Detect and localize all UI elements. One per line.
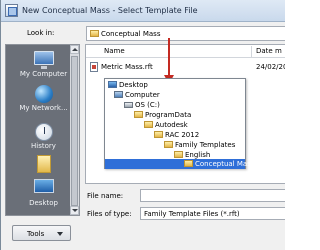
file-name-label: File name:	[87, 192, 124, 200]
app-icon	[5, 4, 18, 17]
place-label: Desktop	[29, 199, 58, 207]
files-of-type-select[interactable]: Family Template Files (*.rft)	[140, 207, 285, 220]
tree-item-conceptual-mass[interactable]: Conceptual Mass	[105, 159, 254, 169]
place-label: History	[31, 142, 56, 150]
scroll-thumb[interactable]	[71, 56, 78, 206]
column-header: Name Date m	[86, 45, 285, 58]
place-history[interactable]: History	[6, 123, 79, 150]
look-in-value: Conceptual Mass	[101, 30, 161, 38]
look-in-row: Look in: Conceptual Mass	[1, 22, 285, 44]
desktop-icon	[108, 81, 117, 88]
place-my-computer[interactable]: My Computer	[6, 51, 79, 78]
file-options: File name: Files of type: Family Templat…	[85, 186, 285, 226]
column-date-modified[interactable]: Date m	[256, 47, 282, 55]
scroll-up-icon[interactable]	[70, 45, 79, 54]
folder-icon	[36, 155, 51, 173]
folder-icon	[184, 160, 193, 167]
place-label: My Computer	[19, 70, 68, 78]
rft-file-icon	[90, 62, 98, 72]
tree-item-label: Autodesk	[155, 121, 188, 129]
tools-button[interactable]: Tools	[12, 225, 71, 241]
look-in-tree-dropdown: Desktop Computer OS (C:) ProgramData Aut…	[104, 78, 254, 169]
file-name-input[interactable]	[140, 189, 285, 202]
computer-icon	[33, 51, 54, 69]
tree-item-label: Computer	[125, 91, 160, 99]
title-bar[interactable]: New Conceptual Mass - Select Template Fi…	[1, 0, 285, 22]
places-bar: My Computer My Network... History Deskto…	[5, 44, 80, 216]
look-in-label: Look in:	[27, 29, 55, 37]
place-desktop[interactable]: Desktop	[6, 179, 79, 207]
scroll-down-icon[interactable]	[70, 206, 79, 215]
tree-item-label: OS (C:)	[135, 101, 160, 109]
network-icon	[34, 85, 53, 103]
chevron-down-icon	[57, 232, 63, 236]
file-name: Metric Mass.rft	[101, 63, 153, 71]
folder-icon	[144, 121, 153, 128]
drive-icon	[124, 102, 133, 108]
file-row[interactable]: Metric Mass.rft 24/02/20	[86, 61, 285, 73]
window-title: New Conceptual Mass - Select Template Fi…	[22, 6, 198, 15]
computer-icon	[114, 91, 123, 98]
column-name[interactable]: Name	[104, 47, 125, 55]
place-folder[interactable]	[6, 155, 79, 173]
column-divider[interactable]	[251, 46, 252, 57]
tree-item-label: RAC 2012	[165, 131, 200, 139]
desktop-icon	[33, 179, 54, 193]
files-of-type-label: Files of type:	[87, 210, 132, 218]
place-my-network[interactable]: My Network...	[6, 85, 79, 112]
tree-item-label: Desktop	[119, 81, 148, 89]
folder-icon	[134, 111, 143, 118]
tree-item-label: Conceptual Mass	[195, 160, 255, 168]
history-icon	[34, 123, 53, 141]
annotation-arrow-shaft	[168, 38, 170, 76]
dialog-window: New Conceptual Mass - Select Template Fi…	[0, 0, 285, 250]
tree-item-label: English	[185, 151, 211, 159]
folder-icon	[164, 141, 173, 148]
tree-item-label: Family Templates	[175, 141, 236, 149]
look-in-dropdown[interactable]: Conceptual Mass	[86, 26, 285, 41]
file-date: 24/02/20	[256, 63, 285, 71]
files-of-type-value: Family Template Files (*.rft)	[144, 210, 240, 218]
tree-item-label: ProgramData	[145, 111, 192, 119]
folder-icon	[154, 131, 163, 138]
tools-label: Tools	[27, 230, 45, 238]
places-scrollbar[interactable]	[70, 45, 79, 215]
place-label: My Network...	[19, 104, 68, 112]
folder-icon	[90, 30, 99, 37]
folder-icon	[174, 151, 183, 158]
